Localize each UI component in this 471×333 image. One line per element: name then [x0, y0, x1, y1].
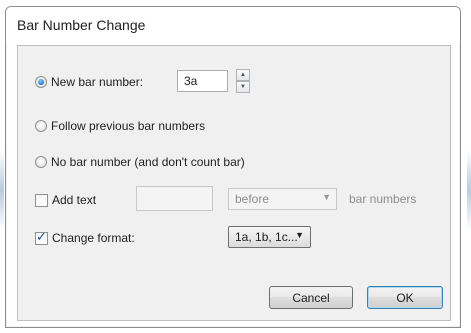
change-format-label: Change format:: [52, 231, 135, 245]
add-text-input[interactable]: [136, 186, 213, 211]
change-format-option[interactable]: Change format:: [35, 227, 135, 249]
background-window-edge-right: [467, 150, 471, 230]
new-bar-number-option[interactable]: New bar number:: [35, 71, 143, 93]
dialog-client-area: New bar number: 3a ▲ ▼ Follow previous b…: [17, 45, 451, 321]
chevron-down-icon: ▼: [295, 230, 304, 240]
text-position-value: before: [235, 192, 270, 206]
follow-previous-option[interactable]: Follow previous bar numbers: [35, 115, 205, 137]
no-bar-number-option[interactable]: No bar number (and don't count bar): [35, 151, 245, 173]
chevron-down-icon: ▼: [322, 192, 331, 202]
no-bar-number-radio[interactable]: [35, 156, 47, 168]
bar-number-change-dialog: Bar Number Change New bar number: 3a ▲ ▼…: [5, 6, 461, 328]
new-bar-number-label: New bar number:: [51, 75, 144, 89]
cancel-button[interactable]: Cancel: [269, 286, 353, 309]
spin-up-button[interactable]: ▲: [236, 69, 250, 81]
format-dropdown[interactable]: 1a, 1b, 1c... ▼: [228, 226, 311, 248]
spin-down-button[interactable]: ▼: [236, 81, 250, 93]
new-bar-number-input[interactable]: 3a: [177, 70, 228, 92]
change-format-checkbox[interactable]: [35, 230, 48, 245]
new-bar-number-radio[interactable]: [35, 76, 47, 88]
text-position-combo[interactable]: before ▼: [228, 188, 337, 210]
follow-previous-radio[interactable]: [35, 120, 47, 132]
add-text-label: Add text: [52, 193, 97, 207]
background-window-edge-left: [0, 150, 4, 230]
add-text-option[interactable]: Add text: [35, 189, 96, 211]
dialog-title: Bar Number Change: [17, 17, 146, 33]
format-dropdown-value: 1a, 1b, 1c...: [235, 230, 298, 244]
bar-number-spinner[interactable]: ▲ ▼: [236, 69, 250, 93]
ok-button[interactable]: OK: [367, 286, 443, 309]
follow-previous-label: Follow previous bar numbers: [51, 119, 206, 133]
no-bar-number-label: No bar number (and don't count bar): [51, 155, 245, 169]
triangle-down-icon: ▼: [240, 84, 246, 90]
bar-numbers-label: bar numbers: [349, 192, 417, 206]
screen: Bar Number Change New bar number: 3a ▲ ▼…: [0, 0, 471, 333]
triangle-up-icon: ▲: [240, 72, 246, 78]
dialog-titlebar[interactable]: Bar Number Change: [6, 7, 460, 44]
add-text-checkbox[interactable]: [35, 193, 48, 207]
